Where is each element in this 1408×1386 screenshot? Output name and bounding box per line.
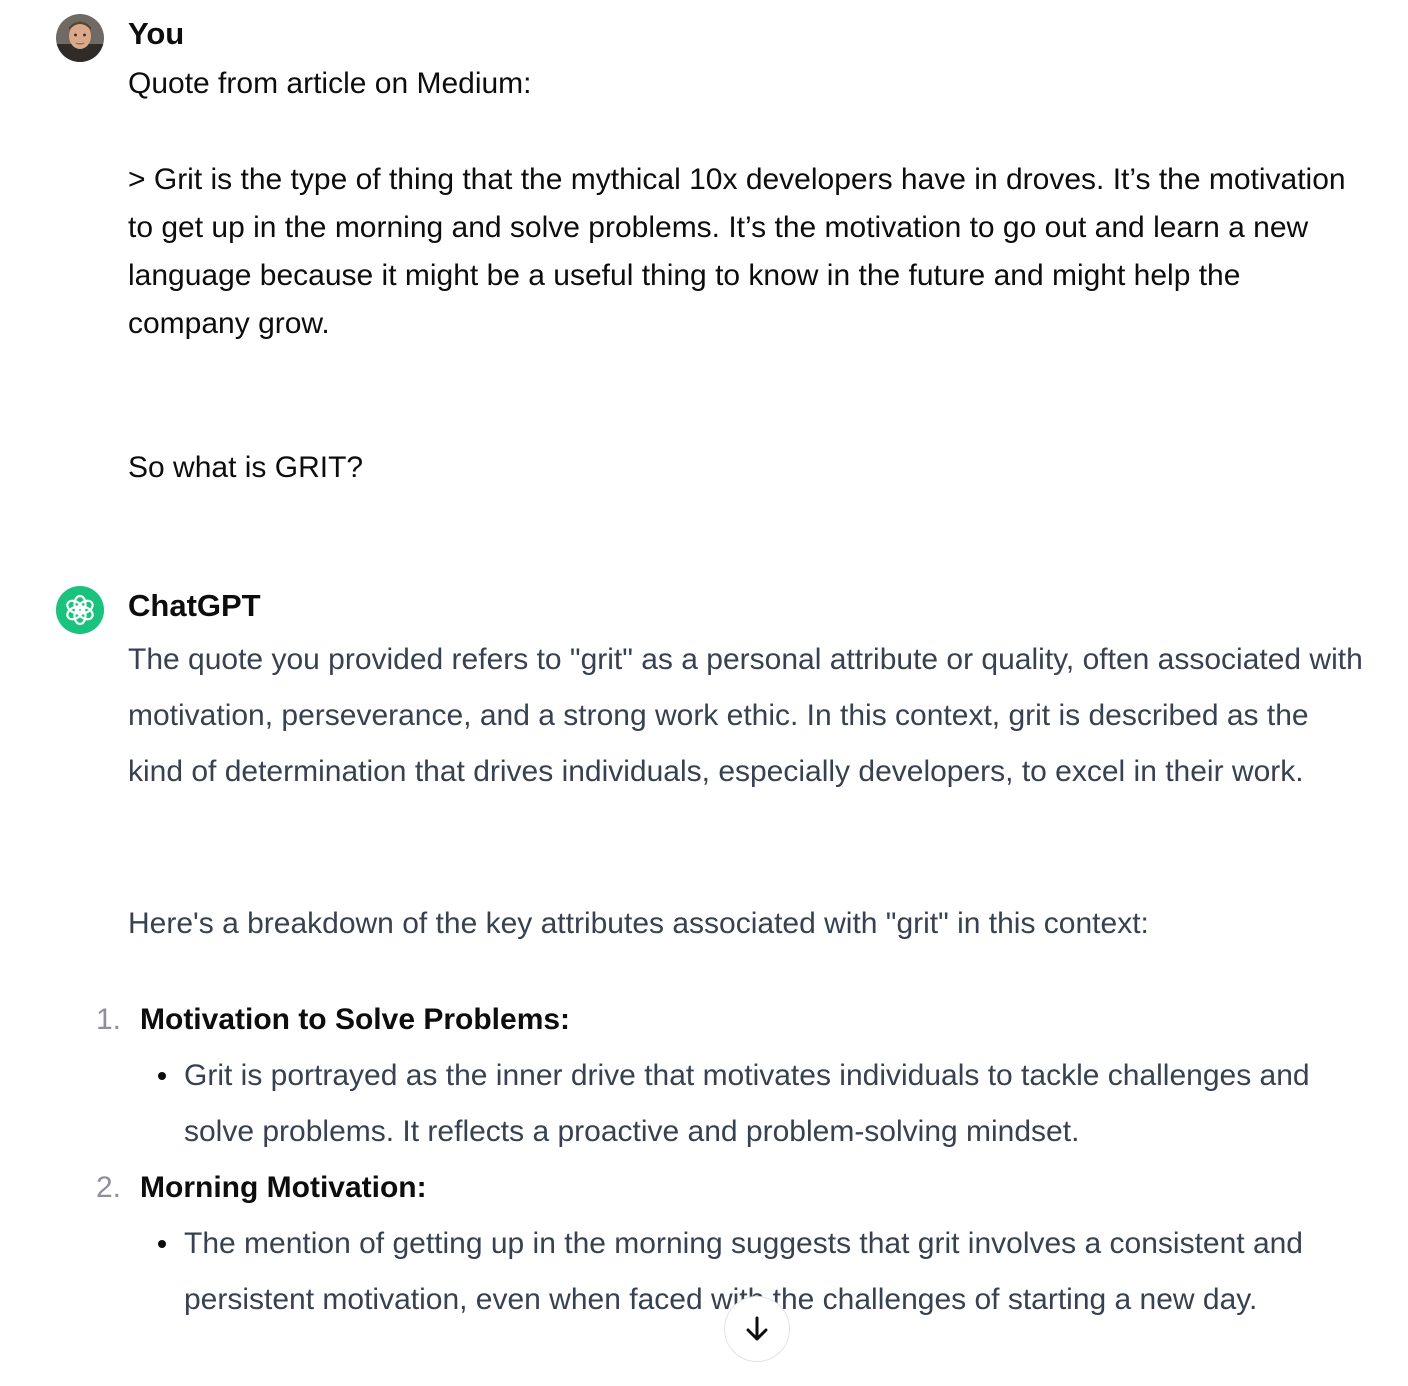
user-avatar (56, 14, 104, 62)
user-message-question: So what is GRIT? (128, 451, 364, 484)
arrow-down-icon (746, 1316, 768, 1341)
sub-bullet-item: Grit is portrayed as the inner drive tha… (158, 1048, 1376, 1160)
openai-logo-icon (56, 586, 104, 634)
sub-bullet-list: Grit is portrayed as the inner drive tha… (140, 1048, 1376, 1160)
user-message-line: Quote from article on Medium: (128, 67, 532, 100)
list-item-heading: Morning Motivation: (140, 1171, 427, 1204)
attributes-list: 1. Motivation to Solve Problems: Grit is… (96, 992, 1376, 1328)
assistant-intro-paragraph: The quote you provided refers to "grit" … (128, 643, 1363, 788)
list-item-number: 2. (96, 1171, 122, 1204)
list-item-heading: Motivation to Solve Problems: (140, 1003, 571, 1036)
user-message-quote: > Grit is the type of thing that the myt… (128, 163, 1346, 340)
user-message-blank-line (128, 108, 1358, 156)
assistant-intro: The quote you provided refers to "grit" … (128, 632, 1368, 800)
user-message-blank-line (128, 348, 1358, 396)
user-message-blank-line (128, 396, 1358, 444)
list-item: 1. Motivation to Solve Problems: Grit is… (96, 992, 1376, 1160)
assistant-breakdown: Here's a breakdown of the key attributes… (128, 896, 1368, 952)
assistant-breakdown-paragraph: Here's a breakdown of the key attributes… (128, 907, 1149, 940)
bullet-dot-icon (158, 1072, 166, 1080)
user-message-text: Quote from article on Medium: > Grit is … (128, 60, 1358, 492)
list-item-number: 1. (96, 1003, 122, 1036)
sub-bullet-text: Grit is portrayed as the inner drive tha… (184, 1059, 1310, 1148)
assistant-author-name: ChatGPT (128, 588, 261, 623)
bullet-dot-icon (158, 1240, 166, 1248)
assistant-avatar (56, 586, 104, 634)
scroll-to-bottom-button[interactable] (724, 1296, 790, 1362)
user-author-name: You (128, 16, 185, 51)
